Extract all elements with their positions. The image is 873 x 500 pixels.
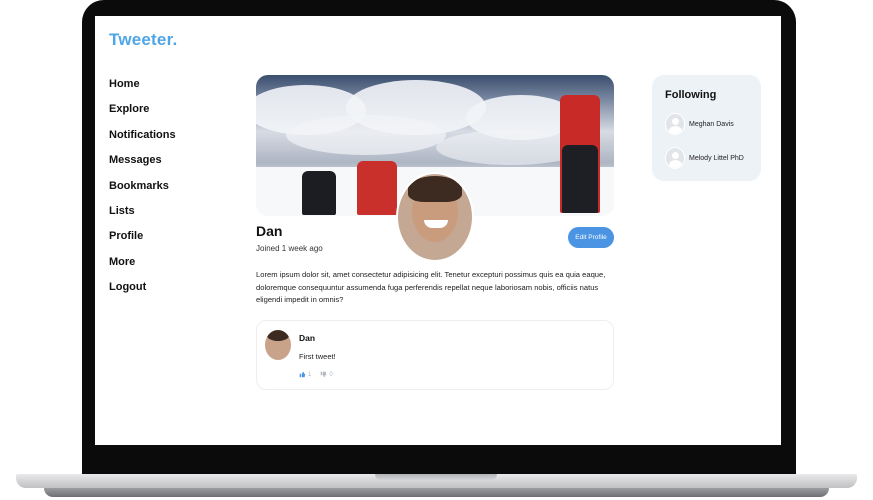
following-title: Following bbox=[665, 89, 717, 101]
nav-item-lists[interactable]: Lists bbox=[109, 204, 176, 229]
following-user[interactable]: Meghan Davis bbox=[665, 113, 734, 135]
following-panel: Following Meghan Davis Melody Littel PhD bbox=[652, 75, 761, 181]
tweet-author[interactable]: Dan bbox=[299, 333, 315, 343]
nav-item-logout[interactable]: Logout bbox=[109, 280, 176, 305]
nav-item-notifications[interactable]: Notifications bbox=[109, 128, 176, 153]
nav-item-bookmarks[interactable]: Bookmarks bbox=[109, 179, 176, 204]
profile-name: Dan bbox=[256, 223, 283, 239]
profile-bio: Lorem ipsum dolor sit, amet consectetur … bbox=[256, 270, 606, 304]
tweet-card[interactable]: Dan First tweet! 1 0 bbox=[256, 320, 614, 390]
nav-item-home[interactable]: Home bbox=[109, 77, 176, 102]
following-user[interactable]: Melody Littel PhD bbox=[665, 147, 744, 169]
nav-item-messages[interactable]: Messages bbox=[109, 153, 176, 178]
thumbs-down-icon bbox=[321, 371, 327, 378]
sidebar-nav: Home Explore Notifications Messages Book… bbox=[109, 77, 176, 306]
like-count: 1 bbox=[308, 371, 312, 378]
following-user-name: Melody Littel PhD bbox=[689, 154, 744, 162]
laptop-notch bbox=[375, 474, 497, 480]
edit-profile-button[interactable]: Edit Profile bbox=[568, 227, 614, 248]
thumbs-up-icon bbox=[299, 371, 306, 378]
tweet-reactions: 1 0 bbox=[299, 371, 333, 378]
joined-date: Joined 1 week ago bbox=[256, 244, 323, 253]
profile-avatar[interactable] bbox=[396, 172, 474, 262]
dislike-count: 0 bbox=[329, 371, 333, 378]
user-placeholder-icon bbox=[665, 147, 685, 169]
app-screen: Tweeter. Home Explore Notifications Mess… bbox=[95, 16, 781, 445]
app-logo[interactable]: Tweeter. bbox=[109, 30, 177, 50]
nav-item-more[interactable]: More bbox=[109, 255, 176, 280]
laptop-foot bbox=[44, 488, 829, 497]
user-placeholder-icon bbox=[665, 113, 685, 135]
following-user-name: Meghan Davis bbox=[689, 120, 734, 128]
dislike-button[interactable]: 0 bbox=[320, 371, 333, 378]
nav-item-profile[interactable]: Profile bbox=[109, 229, 176, 254]
like-button[interactable]: 1 bbox=[299, 371, 311, 378]
tweet-avatar[interactable] bbox=[265, 330, 291, 360]
nav-item-explore[interactable]: Explore bbox=[109, 102, 176, 127]
tweet-text: First tweet! bbox=[299, 352, 336, 361]
